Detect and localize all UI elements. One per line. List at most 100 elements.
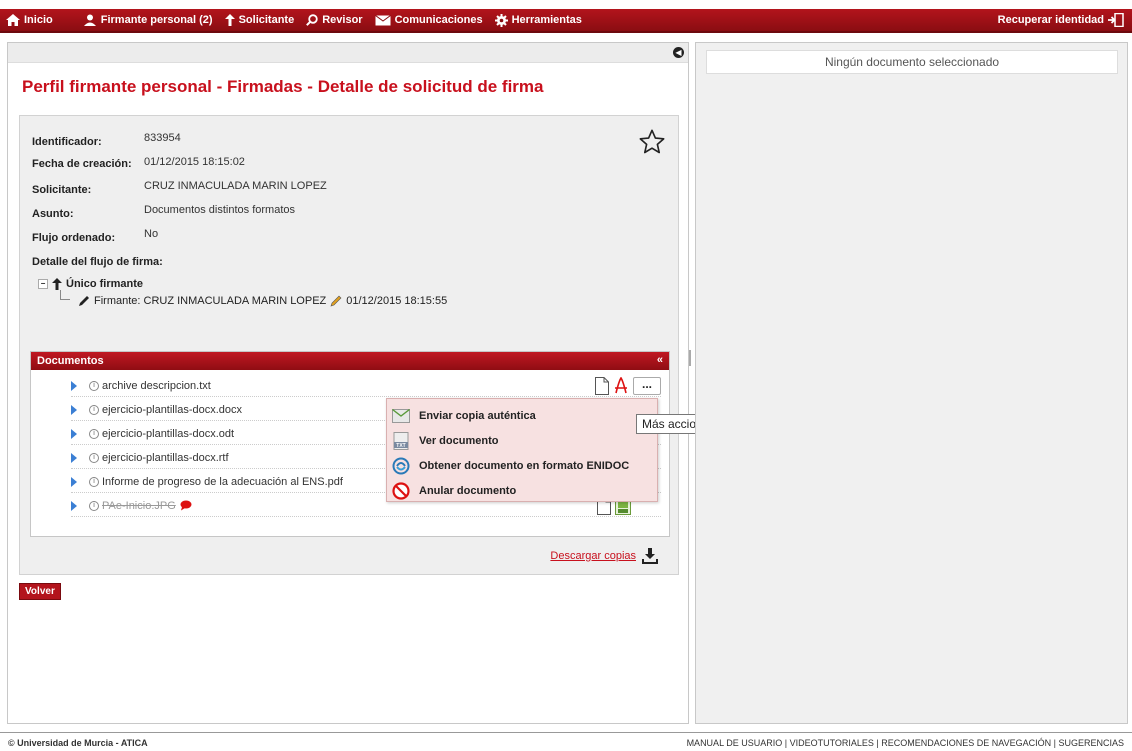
user-icon (83, 14, 96, 26)
nav-tools-label: Herramientas (511, 14, 582, 26)
nav-tools[interactable]: Herramientas (494, 13, 582, 27)
expand-arrow-icon[interactable] (71, 452, 77, 463)
flow-tree-node[interactable]: − Único firmante (38, 278, 143, 290)
footer: © Universidad de Murcia - ATICA MANUAL D… (0, 732, 1132, 751)
menu-item-view-document[interactable]: TXT Ver documento (391, 429, 498, 453)
info-icon[interactable]: i (89, 404, 99, 415)
document-name[interactable]: ejercicio-plantillas-docx.docx (102, 404, 242, 416)
info-icon[interactable]: i (89, 476, 99, 487)
menu-item-label: Anular documento (419, 485, 517, 497)
mail-send-icon (391, 406, 411, 426)
file-icon[interactable] (595, 377, 609, 395)
documents-header-label: Documentos (37, 355, 104, 367)
gear-icon (494, 13, 508, 27)
nav-reviewer[interactable]: Revisor (306, 14, 363, 26)
more-actions-button[interactable]: ... (633, 377, 661, 395)
menu-item-label: Obtener documento en formato ENIDOC (419, 460, 630, 472)
tree-toggle-icon[interactable]: − (38, 279, 48, 289)
created-label: Fecha de creación: (32, 158, 132, 170)
expand-arrow-icon[interactable] (71, 404, 77, 415)
info-icon[interactable]: i (89, 500, 99, 511)
pdf-icon[interactable] (613, 377, 629, 395)
nav-communications[interactable]: Comunicaciones (374, 14, 483, 26)
footer-links-text[interactable]: MANUAL DE USUARIO | VIDEOTUTORIALES | RE… (687, 738, 1124, 748)
info-icon[interactable]: i (89, 452, 99, 463)
download-copies-link[interactable]: Descargar copias (550, 550, 636, 562)
document-row[interactable]: i archive descripcion.txt ... (71, 375, 661, 397)
copyright: © Universidad de Murcia - ATICA (8, 738, 148, 748)
nav-requester[interactable]: Solicitante (224, 14, 294, 26)
flow-detail-title: Detalle del flujo de firma: (32, 256, 163, 268)
document-name[interactable]: ejercicio-plantillas-docx.rtf (102, 452, 229, 464)
expand-arrow-icon[interactable] (71, 476, 77, 487)
collapse-panel-icon[interactable]: ◀ (673, 47, 684, 58)
document-name[interactable]: Informe de progreso de la adecuación al … (102, 476, 343, 488)
flow-signer-entry: Firmante: CRUZ INMACULADA MARIN LOPEZ 01… (74, 295, 447, 307)
exit-door-icon (1108, 13, 1124, 27)
menu-item-cancel-document[interactable]: Anular documento (391, 479, 516, 503)
requester-value: CRUZ INMACULADA MARIN LOPEZ (144, 180, 327, 192)
download-icon[interactable] (642, 548, 658, 564)
panel-strip: ◀ (8, 43, 688, 63)
flow-node-label: Único firmante (66, 278, 144, 290)
panel-splitter-handle[interactable] (689, 350, 691, 366)
page-title: Perfil firmante personal - Firmadas - De… (22, 77, 544, 96)
recover-identity-label: Recuperar identidad (997, 14, 1104, 26)
cancel-icon (391, 481, 411, 501)
no-document-selected: Ningún documento seleccionado (706, 50, 1118, 74)
nav-communications-label: Comunicaciones (394, 14, 483, 26)
created-field: Fecha de creación: 01/12/2015 18:15:02 (32, 156, 245, 170)
pen-icon (79, 296, 89, 306)
identifier-value: 833954 (144, 132, 181, 144)
created-value: 01/12/2015 18:15:02 (144, 156, 245, 168)
subject-value: Documentos distintos formatos (144, 204, 296, 216)
pencil-sign-icon (330, 295, 342, 307)
ordered-flow-value: No (144, 228, 159, 240)
envelope-icon (374, 14, 391, 25)
footer-links[interactable]: MANUAL DE USUARIO | VIDEOTUTORIALES | RE… (687, 738, 1124, 748)
main-nav: Inicio Firmante personal (2) Solicitante… (0, 9, 594, 31)
documents-header: Documentos « (31, 352, 669, 370)
menu-item-label: Enviar copia auténtica (419, 410, 536, 422)
ordered-flow-field: Flujo ordenado: No (32, 228, 159, 244)
expand-arrow-icon[interactable] (71, 500, 77, 511)
back-button[interactable]: Volver (19, 583, 61, 600)
tree-connector (60, 290, 70, 300)
document-name[interactable]: ejercicio-plantillas-docx.odt (102, 428, 234, 440)
flow-signer-label: Firmante: CRUZ INMACULADA MARIN LOPEZ (94, 295, 327, 307)
flow-signer-date: 01/12/2015 18:15:55 (346, 295, 448, 307)
document-actions: ... (591, 375, 661, 397)
arrow-up-icon (224, 14, 235, 26)
star-favorite-icon[interactable] (638, 128, 666, 156)
request-detail-box: Identificador: 833954 Fecha de creación: 0… (19, 115, 679, 575)
info-icon[interactable]: i (89, 428, 99, 439)
document-preview-panel: Ningún documento seleccionado (695, 42, 1128, 724)
request-detail-panel: ◀ Perfil firmante personal - Firmadas - … (7, 42, 689, 724)
nav-personal-signer[interactable]: Firmante personal (2) (83, 14, 213, 26)
home-icon (6, 14, 20, 26)
nav-home[interactable]: Inicio (6, 14, 53, 26)
more-actions-menu: Enviar copia auténtica TXT Ver documento… (386, 398, 658, 502)
signer-node-icon (52, 278, 62, 290)
requester-field: Solicitante: CRUZ INMACULADA MARIN LOPEZ (32, 180, 327, 196)
info-icon[interactable]: i (89, 380, 99, 391)
collapse-documents-icon[interactable]: « (657, 354, 663, 366)
comment-bubble-icon[interactable] (180, 500, 192, 511)
top-navigation-bar: Inicio Firmante personal (2) Solicitante… (0, 9, 1132, 33)
subject-label: Asunto: (32, 208, 74, 220)
svg-text:TXT: TXT (396, 443, 405, 449)
document-name[interactable]: PAe-Inicio.JPG (102, 500, 176, 512)
nav-home-label: Inicio (24, 14, 53, 26)
enidoc-icon (391, 456, 411, 476)
identifier-field: Identificador: 833954 (32, 132, 181, 148)
identifier-label: Identificador: (32, 136, 102, 148)
expand-arrow-icon[interactable] (71, 428, 77, 439)
expand-arrow-icon[interactable] (71, 380, 77, 391)
search-icon (306, 14, 318, 26)
document-name[interactable]: archive descripcion.txt (102, 380, 211, 392)
menu-item-get-enidoc[interactable]: Obtener documento en formato ENIDOC (391, 454, 629, 478)
download-copies: Descargar copias (550, 548, 658, 564)
nav-reviewer-label: Revisor (322, 14, 363, 26)
recover-identity-link[interactable]: Recuperar identidad (998, 9, 1124, 31)
menu-item-send-authentic-copy[interactable]: Enviar copia auténtica (391, 404, 536, 428)
